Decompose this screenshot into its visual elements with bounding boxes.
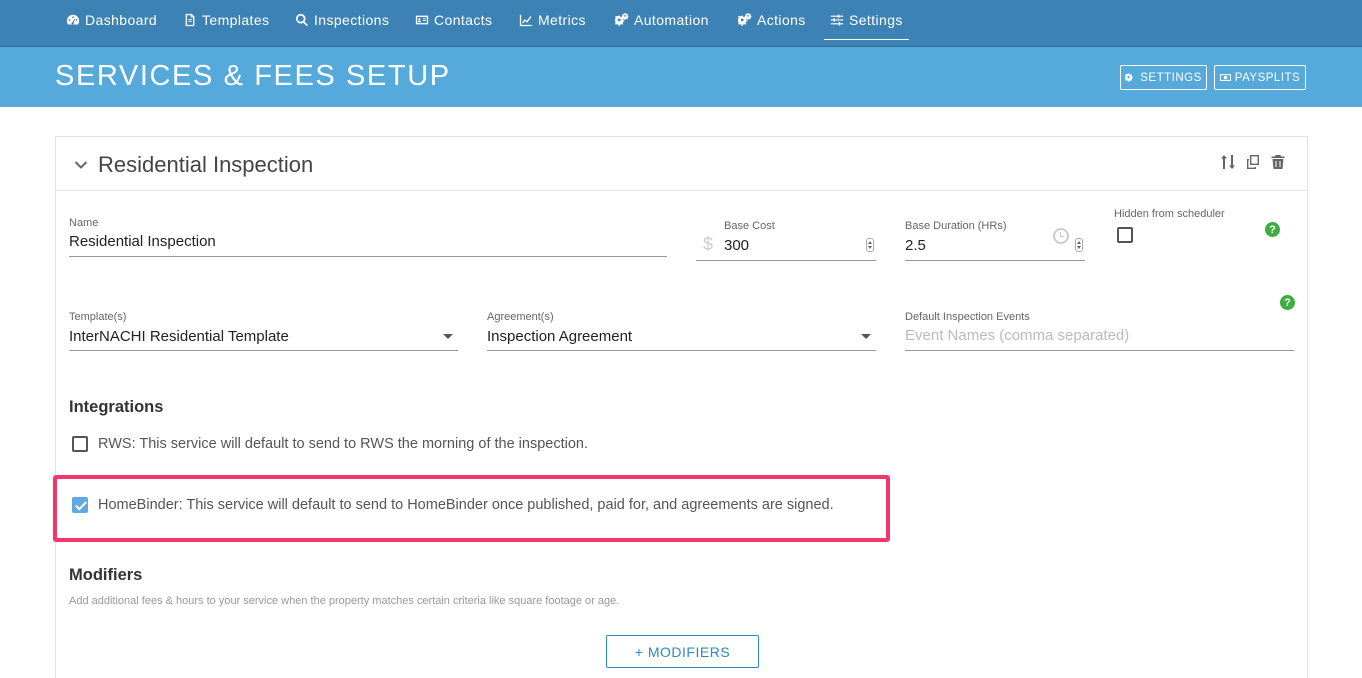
nav-actions[interactable]: Actions [738, 0, 806, 40]
sliders-icon [830, 14, 844, 26]
duplicate-button[interactable] [1246, 154, 1260, 170]
nav-settings[interactable]: Settings [824, 0, 909, 40]
settings-button[interactable]: SETTINGS [1120, 65, 1207, 90]
currency-symbol: $ [703, 234, 714, 254]
nav-metrics[interactable]: Metrics [519, 0, 586, 40]
nav-label: Contacts [434, 12, 493, 28]
agreements-label: Agreement(s) [487, 311, 554, 323]
base-cost-label: Base Cost [724, 220, 775, 232]
templates-select[interactable]: InterNACHI Residential Template [69, 328, 289, 345]
sort-arrows-icon [1221, 155, 1235, 169]
copy-icon [1247, 155, 1259, 169]
search-icon [296, 13, 309, 27]
delete-button[interactable] [1271, 154, 1285, 170]
paysplits-button[interactable]: PAYSPLITS [1214, 65, 1306, 90]
settings-button-label: SETTINGS [1140, 71, 1202, 84]
sort-button[interactable] [1221, 154, 1235, 170]
nav-label: Automation [634, 12, 709, 28]
chevron-down-icon[interactable] [443, 334, 453, 339]
homebinder-label: HomeBinder: This service will default to… [98, 497, 834, 513]
default-events-underline [905, 350, 1294, 351]
chevron-down-icon[interactable] [861, 334, 871, 339]
add-modifiers-button[interactable]: + MODIFIERS [606, 635, 759, 668]
nav-label: Dashboard [85, 12, 158, 28]
gears-icon [1125, 73, 1134, 82]
help-icon[interactable]: ? [1280, 295, 1295, 310]
page-title: SERVICES & FEES SETUP [55, 60, 451, 92]
homebinder-checkbox[interactable] [72, 497, 88, 513]
integrations-title: Integrations [69, 398, 164, 416]
nav-label: Inspections [314, 12, 390, 28]
nav-templates[interactable]: Templates [183, 0, 269, 40]
modifiers-hint: Add additional fees & hours to your serv… [69, 595, 620, 607]
gauge-icon [66, 14, 80, 25]
contact-card-icon [415, 15, 429, 25]
paysplits-button-label: PAYSPLITS [1234, 71, 1301, 84]
name-label: Name [69, 217, 99, 229]
gears-icon [615, 13, 629, 26]
base-cost-stepper[interactable] [866, 238, 874, 252]
help-icon[interactable]: ? [1265, 222, 1280, 237]
rws-label: RWS: This service will default to send t… [98, 436, 589, 452]
hidden-from-scheduler-checkbox[interactable] [1117, 227, 1133, 243]
line-chart-icon [519, 14, 533, 27]
default-events-label: Default Inspection Events [905, 311, 1030, 323]
rws-checkbox[interactable] [72, 436, 88, 452]
base-duration-input[interactable]: 2.5 [905, 237, 926, 254]
modifiers-title: Modifiers [69, 566, 143, 584]
add-modifiers-label: + MODIFIERS [634, 643, 731, 660]
default-events-input[interactable]: Event Names (comma separated) [905, 327, 1129, 344]
base-duration-underline [905, 260, 1085, 261]
page-header: SERVICES & FEES SETUP SETTINGS PAYSPLITS [0, 47, 1362, 107]
templates-underline [69, 350, 458, 351]
nav-dashboard[interactable]: Dashboard [66, 0, 157, 40]
clock-icon [1053, 228, 1069, 244]
service-card-header: Residential Inspection [56, 137, 1307, 191]
base-duration-label: Base Duration (HRs) [905, 220, 1007, 232]
service-card: Residential Inspection Name Residential … [53, 136, 1308, 678]
gears-icon [738, 13, 752, 26]
agreements-select[interactable]: Inspection Agreement [487, 328, 632, 345]
top-navigation: Dashboard Templates Inspections Contacts… [0, 0, 1362, 47]
document-icon [185, 13, 195, 27]
base-duration-stepper[interactable] [1075, 238, 1083, 252]
money-icon [1219, 74, 1231, 81]
agreements-underline [487, 350, 876, 351]
nav-label: Metrics [538, 12, 586, 28]
nav-automation[interactable]: Automation [615, 0, 709, 40]
service-title: Residential Inspection [98, 152, 314, 177]
chevron-down-icon[interactable] [74, 158, 88, 172]
templates-label: Template(s) [69, 311, 127, 323]
nav-label: Templates [202, 12, 270, 28]
base-cost-underline [696, 260, 876, 261]
nav-label: Settings [849, 11, 903, 28]
hidden-from-scheduler-label: Hidden from scheduler [1114, 208, 1225, 220]
nav-contacts[interactable]: Contacts [415, 0, 492, 40]
trash-icon [1271, 155, 1285, 169]
base-cost-input[interactable]: 300 [724, 237, 749, 254]
name-input-underline [69, 256, 667, 257]
nav-label: Actions [757, 12, 806, 28]
name-input[interactable]: Residential Inspection [69, 233, 216, 250]
nav-inspections[interactable]: Inspections [295, 0, 389, 40]
